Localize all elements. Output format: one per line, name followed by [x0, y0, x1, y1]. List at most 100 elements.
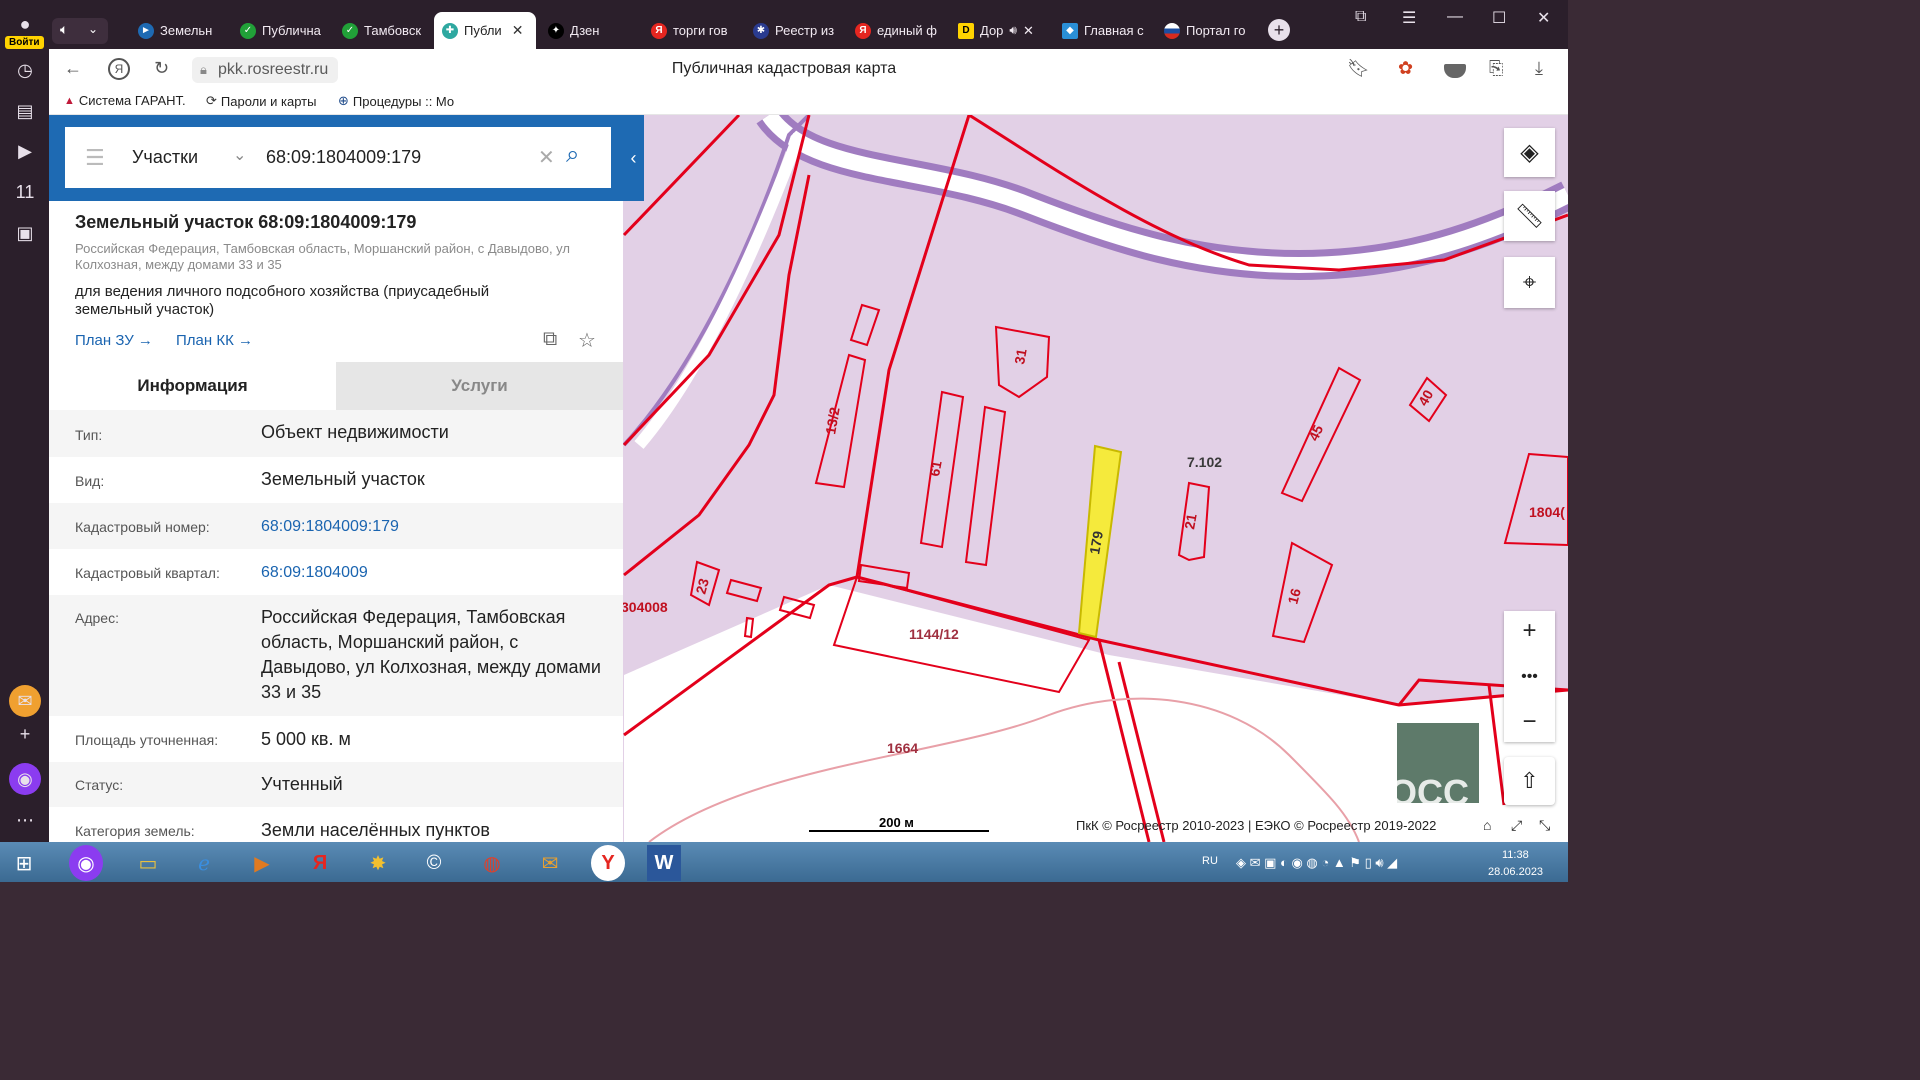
calendar-icon[interactable]: 11 — [9, 176, 41, 208]
locate-button[interactable]: ⌖ — [1504, 257, 1555, 308]
fullscreen-icon[interactable]: ⤢ — [1511, 817, 1522, 833]
tab-label: Главная с — [1084, 23, 1144, 38]
mail-icon[interactable]: ✉ — [9, 685, 41, 717]
tab-favicon-icon: Я — [651, 22, 667, 39]
info-value: 5 000 кв. м — [261, 729, 351, 749]
scale-label: 200 м — [879, 815, 914, 830]
more-dots-icon[interactable]: ••• — [1521, 668, 1538, 686]
plan-kk-link[interactable]: План КК → — [176, 332, 253, 349]
tab-4[interactable]: ✦ Дзен — [540, 12, 636, 49]
new-tab-button[interactable]: + — [1268, 19, 1290, 41]
outlook-icon[interactable]: ✉ — [526, 845, 574, 881]
login-button[interactable]: Войти — [5, 36, 44, 49]
more-icon[interactable]: ⋯ — [9, 804, 41, 836]
tab-3-active[interactable]: ✚ Публи ✕ — [434, 12, 536, 49]
tray-icons[interactable]: ◈ ✉ ▣ ◐ ◉ ◍ ◔ ▲ ⚑ ▯ 🔊︎ ◢ — [1236, 855, 1397, 871]
minimize-button[interactable]: — — [1447, 8, 1463, 26]
yandex-taskbar-icon[interactable]: Я — [296, 845, 344, 881]
info-label: Категория земель: — [75, 823, 195, 839]
alice-taskbar-icon[interactable]: ◉ — [69, 845, 103, 881]
tab-1[interactable]: ✓ Публична — [232, 12, 328, 49]
tab-9[interactable]: ◆ Главная с — [1054, 12, 1150, 49]
clear-icon[interactable]: ✕ — [538, 145, 555, 170]
yandex-browser-icon[interactable]: Y — [591, 845, 625, 881]
clock-time[interactable]: 11:38 — [1502, 849, 1529, 861]
ie-icon[interactable]: ℯ — [180, 845, 228, 881]
start-button[interactable]: ⊞ — [0, 845, 48, 881]
zoom-to-icon[interactable]: ⧉ — [543, 328, 557, 351]
layers-button[interactable]: ◈ — [1504, 128, 1555, 177]
star-app-icon[interactable]: ✸ — [354, 845, 402, 881]
bookmark-item-procedures[interactable]: ⊕ Процедуры :: Мо — [338, 93, 454, 109]
zoom-out-icon[interactable]: − — [1522, 708, 1536, 736]
media-icon[interactable]: ▶ — [238, 845, 286, 881]
info-label: Тип: — [75, 427, 103, 443]
plan-zu-link[interactable]: План ЗУ → — [75, 332, 153, 349]
collections-icon[interactable]: ▤ — [9, 95, 41, 127]
sound-toggle[interactable]: 🔈︎ ⌄ — [52, 18, 108, 44]
search-input[interactable]: 68:09:1804009:179 — [266, 147, 421, 168]
tab-label: торги гов — [673, 23, 728, 38]
chrome-icon[interactable]: ◍ — [468, 845, 516, 881]
tab-information[interactable]: Информация — [49, 362, 336, 410]
compass-button[interactable]: ⇧ — [1504, 757, 1555, 805]
zoom-in-icon[interactable]: + — [1522, 617, 1536, 645]
measure-button[interactable]: 📏︎ — [1504, 191, 1555, 241]
key-icon: ⟳ — [206, 93, 217, 108]
tab-label: Дзен — [570, 23, 600, 38]
hamburger-icon[interactable]: ☰ — [85, 145, 105, 171]
menu-icon[interactable]: ☰ — [1402, 8, 1416, 28]
screenshot-icon[interactable]: ▣ — [9, 217, 41, 249]
info-row: Категория земель: Земли населённых пункт… — [49, 807, 623, 842]
add-panel-icon[interactable]: + — [9, 718, 41, 750]
tab-favicon-icon: ✓ — [240, 22, 256, 39]
garant-icon: ▲ — [64, 94, 75, 107]
audio-playing-icon[interactable]: 🔊︎ — [1009, 23, 1017, 38]
close-tab-icon[interactable]: ✕ — [512, 22, 524, 39]
info-value: Объект недвижимости — [261, 422, 449, 442]
tab-10[interactable]: Портал го — [1156, 12, 1252, 49]
map-label-7-102: 7.102 — [1187, 454, 1222, 470]
video-icon[interactable]: ▶ — [9, 135, 41, 167]
star-icon[interactable]: ☆ — [578, 328, 596, 353]
maximize-button[interactable]: ☐ — [1492, 8, 1506, 28]
alice-icon[interactable]: ◉ — [9, 763, 41, 795]
consultant-icon[interactable]: © — [410, 845, 458, 881]
tab-6[interactable]: ✱ Реестр из — [745, 12, 841, 49]
extension-icon[interactable]: ✿ — [1398, 58, 1413, 79]
cadastral-quarter-link[interactable]: 68:09:1804009 — [261, 560, 606, 585]
parcel-address: Российская Федерация, Тамбовская область… — [75, 241, 570, 272]
map-label-61: 61 — [926, 459, 944, 477]
tab-8[interactable]: D Дор 🔊︎ ✕ — [950, 12, 1050, 49]
tab-7[interactable]: Я единый ф — [847, 12, 943, 49]
tab-label: Публична — [262, 23, 321, 38]
search-icon[interactable]: ⌕ — [566, 141, 579, 169]
clock-date[interactable]: 28.06.2023 — [1488, 866, 1543, 878]
category-select[interactable]: Участки — [132, 147, 198, 168]
info-value: Учтенный — [261, 774, 343, 794]
cadastral-number-link[interactable]: 68:09:1804009:179 — [261, 514, 606, 539]
chevron-down-icon[interactable]: ⌄ — [233, 145, 246, 165]
close-tab-icon[interactable]: ✕ — [1023, 23, 1034, 39]
bookmark-item-passwords[interactable]: ⟳ Пароли и карты — [206, 93, 316, 109]
info-label: Вид: — [75, 473, 105, 489]
tab-2[interactable]: ✓ Тамбовск — [334, 12, 430, 49]
close-window-button[interactable]: ✕ — [1537, 8, 1550, 28]
tab-0[interactable]: ► Земельн — [130, 12, 226, 49]
tab-services[interactable]: Услуги — [336, 362, 623, 410]
home-icon[interactable]: ⌂ — [1483, 817, 1491, 833]
download-icon[interactable]: ⤓ — [1535, 58, 1543, 79]
tabs-overview-icon[interactable]: ⧉ — [1355, 8, 1366, 26]
explorer-icon[interactable]: ▭ — [124, 845, 172, 881]
bookmark-icon[interactable]: 🔖︎ — [1347, 58, 1370, 79]
share-icon[interactable]: ⎘ — [1489, 58, 1503, 79]
tab-5[interactable]: Я торги гов — [643, 12, 739, 49]
tab-favicon-icon: ✚ — [442, 22, 458, 39]
tab-favicon-icon: ✱ — [753, 22, 769, 39]
collapse-panel-button[interactable]: ‹ — [623, 115, 644, 201]
tab-label: единый ф — [877, 23, 937, 38]
expand-icon[interactable]: ⤡ — [1539, 817, 1550, 833]
language-indicator[interactable]: RU — [1202, 855, 1218, 867]
bookmark-item-garant[interactable]: ▲ Система ГАРАНТ. — [64, 93, 186, 108]
word-icon[interactable]: W — [647, 845, 681, 881]
